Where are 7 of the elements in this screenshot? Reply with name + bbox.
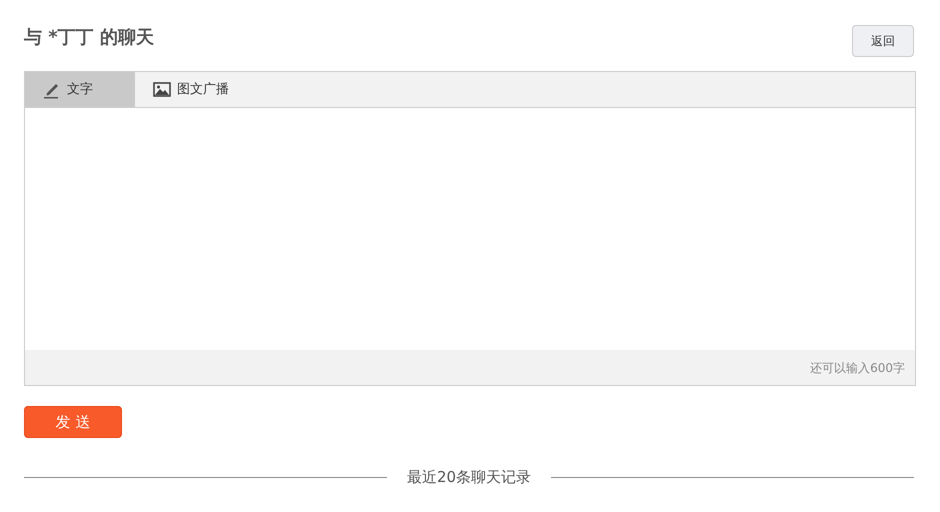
history-heading: 最近20条聊天记录: [406, 467, 532, 488]
character-counter: 还可以输入600字: [810, 360, 905, 376]
chat-title: 与 *丁丁 的聊天: [24, 26, 154, 50]
image-icon: [153, 80, 171, 99]
tab[interactable]: 图文广播: [135, 72, 245, 107]
back-button[interactable]: 返回: [852, 25, 914, 57]
tab[interactable]: 文字: [25, 72, 135, 107]
